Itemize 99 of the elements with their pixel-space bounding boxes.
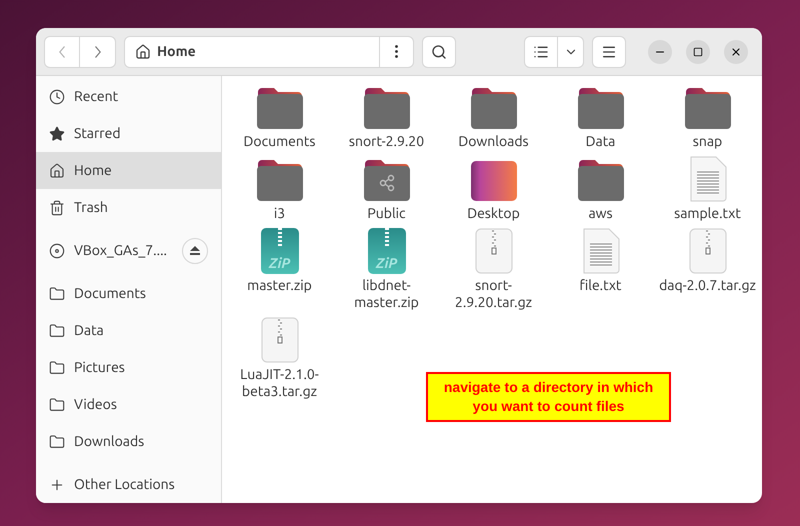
desktop-folder-icon [470, 160, 518, 202]
file-name: master.zip [246, 277, 313, 294]
sidebar-label: Starred [74, 124, 122, 143]
sidebar-label: Home [74, 161, 113, 180]
eject-button[interactable] [182, 238, 208, 264]
file-item[interactable]: Documents [226, 82, 333, 150]
file-name: LuaJIT-2.1.0-beta3.tar.gz [239, 366, 320, 400]
sidebar-label: Other Locations [74, 475, 176, 494]
sidebar-item[interactable]: VBox_GAs_7.... [36, 232, 221, 269]
star-icon [49, 126, 65, 142]
shared-folder-icon [362, 158, 410, 202]
sidebar-item[interactable]: Trash [36, 189, 221, 226]
file-item[interactable]: snort-2.9.20.tar.gz [440, 226, 547, 311]
file-name: file.txt [578, 277, 622, 294]
sidebar-item[interactable]: Documents [36, 275, 221, 312]
file-name: Data [584, 133, 616, 150]
file-item[interactable]: Data [547, 82, 654, 150]
folder-icon [49, 396, 65, 412]
sidebar-label: Pictures [74, 358, 126, 377]
file-item[interactable]: snap [654, 82, 761, 150]
file-item[interactable]: aws [547, 154, 654, 222]
file-name: aws [587, 205, 614, 222]
file-name: Desktop [466, 205, 521, 222]
sidebar-label: Downloads [74, 432, 146, 451]
file-item[interactable]: i3 [226, 154, 333, 222]
main-menu-button[interactable] [592, 36, 626, 68]
disc-icon [49, 242, 65, 258]
folder-icon [256, 158, 304, 202]
file-name: snap [692, 133, 724, 150]
annotation-callout: navigate to a directory in which you want to count files [426, 372, 671, 422]
file-item[interactable]: ZiP master.zip [226, 226, 333, 311]
file-item[interactable]: ZiP libdnet-master.zip [333, 226, 440, 311]
eject-icon [190, 246, 200, 255]
text-file-icon [580, 228, 620, 274]
file-name: Documents [242, 133, 316, 150]
file-name: Downloads [457, 133, 530, 150]
sidebar-item[interactable]: Data [36, 312, 221, 349]
sidebar-item[interactable]: Videos [36, 386, 221, 423]
file-item[interactable]: file.txt [547, 226, 654, 311]
sidebar-item[interactable]: Home [36, 152, 221, 189]
file-name: snort-2.9.20 [348, 133, 426, 150]
file-name: libdnet-master.zip [353, 277, 420, 311]
text-file-icon [688, 156, 728, 202]
folder-icon [256, 86, 304, 130]
sidebar-item[interactable]: Recent [36, 78, 221, 115]
file-name: i3 [272, 205, 286, 222]
file-item[interactable]: LuaJIT-2.1.0-beta3.tar.gz [226, 315, 333, 400]
sidebar-label: Recent [74, 87, 120, 106]
folder-icon [49, 360, 65, 376]
file-name: daq-2.0.7.tar.gz [658, 277, 757, 294]
file-name: snort-2.9.20.tar.gz [454, 277, 534, 311]
menu-icon [601, 44, 617, 60]
file-name: sample.txt [673, 205, 742, 222]
folder-icon [576, 158, 624, 202]
trash-icon [49, 200, 65, 216]
file-item[interactable]: Desktop [440, 154, 547, 222]
close-button[interactable] [724, 40, 748, 64]
sidebar-label: Trash [74, 198, 109, 217]
file-name: Public [366, 205, 407, 222]
archive-file-icon [474, 228, 512, 274]
folder-icon [49, 434, 65, 450]
folder-icon [684, 86, 732, 130]
location-label: Home [157, 42, 197, 61]
back-icon [59, 46, 65, 58]
sidebar-item[interactable]: Pictures [36, 349, 221, 386]
archive-file-icon [688, 228, 726, 274]
home-icon [135, 44, 151, 60]
list-icon [533, 44, 549, 60]
sidebar-label: Videos [74, 395, 118, 414]
sidebar-item[interactable]: Other Locations [36, 466, 221, 503]
folder-icon [49, 286, 65, 302]
sidebar-item[interactable]: Downloads [36, 423, 221, 460]
forward-icon [94, 46, 100, 58]
location-bar[interactable]: Home [124, 36, 414, 68]
more-icon [395, 45, 398, 58]
sidebar-item[interactable]: Starred [36, 115, 221, 152]
clock-icon [49, 88, 65, 104]
zip-file-icon: ZiP [368, 228, 406, 274]
folder-icon [362, 86, 410, 130]
file-item[interactable]: Downloads [440, 82, 547, 150]
file-item[interactable]: Public [333, 154, 440, 222]
maximize-icon [693, 46, 703, 56]
sidebar-label: Documents [74, 284, 147, 303]
sidebar-label: Data [74, 321, 105, 340]
zip-file-icon: ZiP [260, 228, 298, 274]
list-view-button[interactable] [524, 36, 558, 68]
search-icon [431, 44, 447, 60]
close-icon [730, 46, 742, 58]
search-button[interactable] [422, 36, 456, 68]
file-item[interactable]: sample.txt [654, 154, 761, 222]
file-item[interactable]: snort-2.9.20 [333, 82, 440, 150]
folder-icon [470, 86, 518, 130]
home-icon [49, 162, 65, 178]
folder-icon [49, 322, 65, 338]
file-item[interactable]: daq-2.0.7.tar.gz [654, 226, 761, 311]
sidebar-label: VBox_GAs_7.... [74, 241, 168, 260]
maximize-button[interactable] [686, 40, 710, 64]
archive-file-icon [260, 317, 298, 363]
folder-icon [576, 86, 624, 130]
